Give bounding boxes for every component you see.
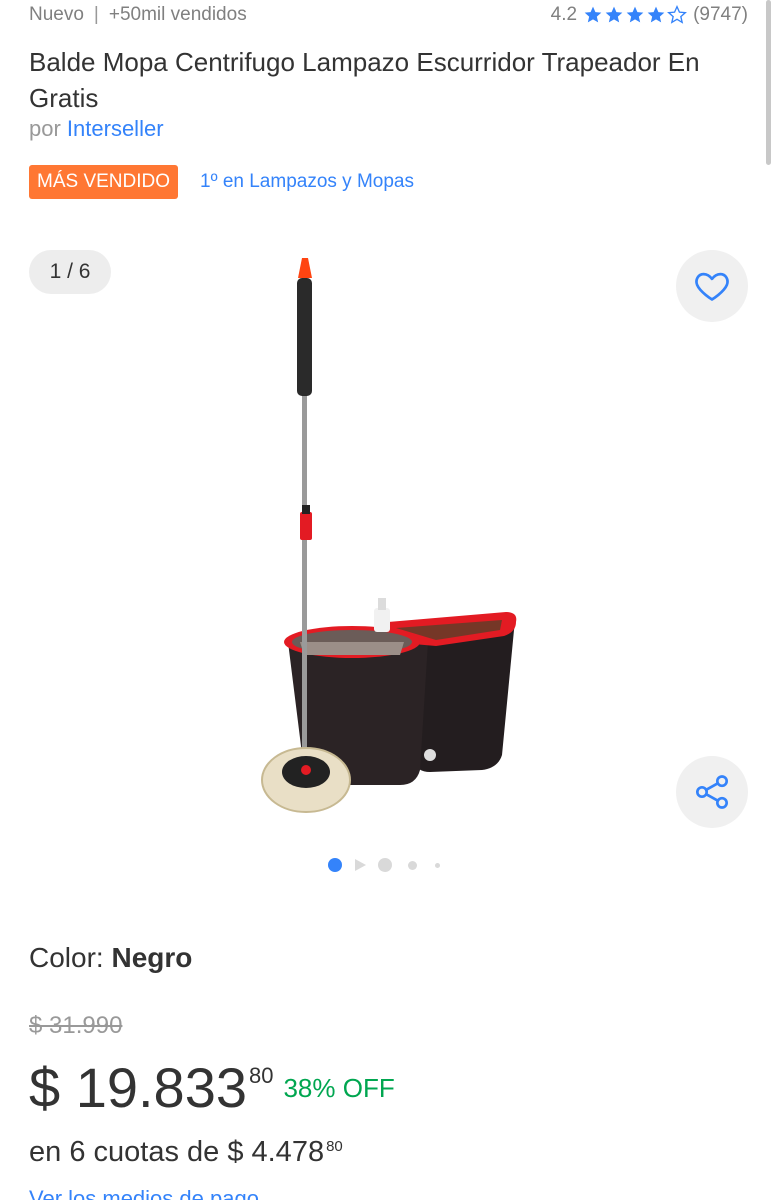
color-value: Negro (111, 942, 193, 973)
payment-methods-link[interactable]: Ver los medios de pago (29, 1186, 259, 1200)
scrollbar[interactable] (766, 0, 771, 165)
installments-cents: 80 (326, 1138, 343, 1155)
color-variant: Color: Negro (29, 942, 192, 974)
condition-label: Nuevo (29, 4, 84, 25)
image-counter: 1 / 6 (29, 250, 111, 294)
seller-prefix: por (29, 116, 61, 141)
heart-icon (695, 272, 729, 301)
installments-text: en 6 cuotas de $ 4.478 (29, 1136, 325, 1168)
price-amount: $ 19.833 (29, 1056, 247, 1119)
mop-bucket-image (261, 258, 517, 813)
play-video-icon[interactable] (352, 857, 368, 873)
category-ranking-link[interactable]: 1º en Lampazos y Mopas (200, 171, 414, 193)
share-button[interactable] (676, 756, 748, 828)
gallery-pagination (328, 856, 440, 874)
pagination-dot-active[interactable] (328, 858, 342, 872)
star-full-icon (584, 6, 602, 23)
review-count: (9747) (693, 4, 748, 25)
star-full-icon (605, 6, 623, 23)
product-title: Balde Mopa Centrifugo Lampazo Escurridor… (29, 47, 700, 113)
best-seller-badge: MÁS VENDIDO (29, 165, 179, 199)
rating-value: 4.2 (550, 4, 578, 25)
share-icon (696, 775, 728, 809)
condition-sales: Nuevo | +50mil vendidos (29, 4, 247, 26)
product-status-row: Nuevo | +50mil vendidos 4.2 (9747) (29, 2, 748, 28)
rating-stars (583, 5, 688, 25)
product-page: Nuevo | +50mil vendidos 4.2 (9747) Balde M… (0, 0, 777, 1200)
pagination-dot[interactable] (435, 862, 440, 868)
price-cents: 80 (248, 1063, 274, 1088)
star-full-icon (647, 6, 665, 23)
current-price: $ 19.833 80 38% OFF (29, 1055, 395, 1121)
installments-info: en 6 cuotas de $ 4.478 80 (29, 1136, 343, 1169)
badge-row: MÁS VENDIDO 1º en Lampazos y Mopas (29, 165, 414, 199)
star-empty-icon (667, 5, 688, 24)
favorite-button[interactable] (676, 250, 748, 322)
product-image[interactable] (240, 250, 540, 840)
color-label: Color: (29, 942, 104, 973)
sold-count: +50mil vendidos (108, 4, 247, 25)
separator: | (93, 4, 99, 25)
pagination-dot[interactable] (408, 860, 417, 870)
seller-line: por Interseller (29, 116, 164, 142)
original-price: $ 31.990 (29, 1012, 123, 1039)
star-full-icon (626, 6, 644, 23)
discount-label: 38% OFF (283, 1073, 395, 1103)
rating-summary[interactable]: 4.2 (9747) (551, 4, 748, 26)
pagination-dot[interactable] (378, 858, 392, 872)
seller-link[interactable]: Interseller (67, 116, 164, 141)
